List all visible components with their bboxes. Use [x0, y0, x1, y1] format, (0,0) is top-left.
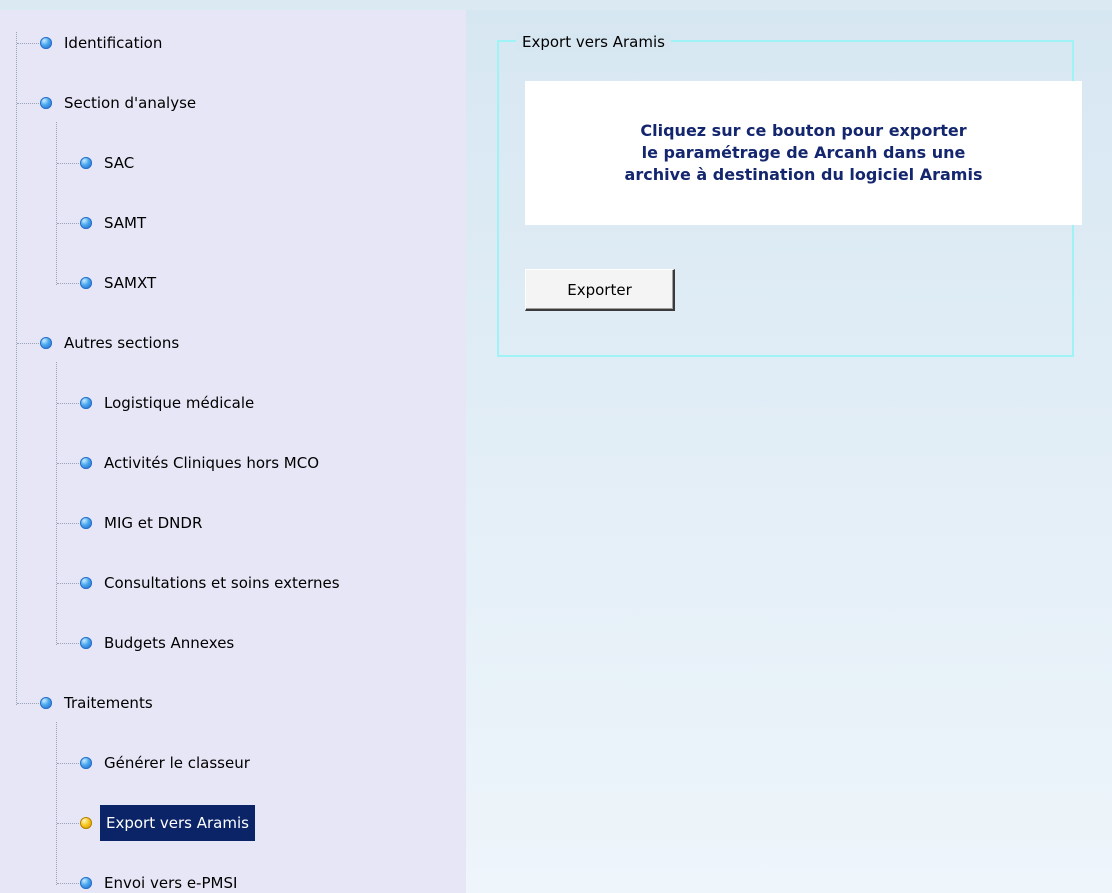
tree-item-logistique-medicale[interactable]: Logistique médicale [80, 388, 258, 418]
tree-item-section-analyse[interactable]: Section d'analyse [40, 88, 200, 118]
tree-item-label: Budgets Annexes [104, 634, 235, 652]
top-strip [0, 0, 1112, 10]
tree-connector [56, 362, 57, 645]
bullet-icon [80, 757, 92, 769]
bullet-icon [80, 457, 92, 469]
tree-item-generer-classeur[interactable]: Générer le classeur [80, 748, 254, 778]
bullet-icon [80, 637, 92, 649]
tree-item-mig-dndr[interactable]: MIG et DNDR [80, 508, 206, 538]
tree-item-identification[interactable]: Identification [40, 28, 166, 58]
tree-item-label: SAMXT [104, 274, 157, 292]
groupbox-title: Export vers Aramis [516, 33, 671, 51]
tree-connector [17, 43, 39, 44]
tree-connector [17, 703, 39, 704]
tree-item-traitements[interactable]: Traitements [40, 688, 157, 718]
tree-item-export-aramis[interactable]: Export vers Aramis [80, 805, 255, 841]
tree-connector [16, 32, 17, 705]
tree-connector [57, 283, 79, 284]
bullet-icon [40, 97, 52, 109]
bullet-icon [40, 697, 52, 709]
tree-connector [57, 403, 79, 404]
tree-connector [57, 883, 79, 884]
tree-item-label: MIG et DNDR [104, 514, 203, 532]
tree-item-label: Export vers Aramis [100, 805, 255, 841]
bullet-icon [80, 277, 92, 289]
tree-connector [17, 343, 39, 344]
tree-item-label: Envoi vers e-PMSI [104, 874, 238, 892]
bullet-icon [40, 37, 52, 49]
bullet-icon [80, 517, 92, 529]
tree-item-sac[interactable]: SAC [80, 148, 138, 178]
tree-item-label: Autres sections [64, 334, 180, 352]
tree-item-envoi-epmsi[interactable]: Envoi vers e-PMSI [80, 868, 241, 893]
info-text: Cliquez sur ce bouton pour exporter le p… [624, 121, 983, 184]
tree-connector [57, 763, 79, 764]
tree-item-label: SAMT [104, 214, 147, 232]
tree-item-samxt[interactable]: SAMXT [80, 268, 160, 298]
tree-item-label: Consultations et soins externes [104, 574, 340, 592]
tree-item-label: Section d'analyse [64, 94, 197, 112]
tree-item-consultations[interactable]: Consultations et soins externes [80, 568, 344, 598]
tree-item-label: Générer le classeur [104, 754, 250, 772]
navigation-tree: Identification Section d'analyse SAC SAM… [0, 10, 466, 893]
tree-connector [57, 823, 79, 824]
tree-item-samt[interactable]: SAMT [80, 208, 150, 238]
bullet-icon [80, 157, 92, 169]
bullet-icon [80, 877, 92, 889]
tree-connector [57, 583, 79, 584]
info-box: Cliquez sur ce bouton pour exporter le p… [525, 81, 1082, 225]
tree-connector [57, 223, 79, 224]
tree-item-autres-sections[interactable]: Autres sections [40, 328, 183, 358]
bullet-selected-icon [80, 817, 92, 829]
tree-item-label: Logistique médicale [104, 394, 255, 412]
tree-connector [57, 463, 79, 464]
tree-connector [17, 103, 39, 104]
content-area: Export vers Aramis Cliquez sur ce bouton… [466, 10, 1112, 893]
tree-connector [56, 722, 57, 885]
tree-connector [56, 122, 57, 285]
bullet-icon [80, 217, 92, 229]
bullet-icon [40, 337, 52, 349]
tree-item-label: Activités Cliniques hors MCO [104, 454, 320, 472]
tree-connector [57, 163, 79, 164]
tree-item-budgets-annexes[interactable]: Budgets Annexes [80, 628, 238, 658]
tree-item-label: SAC [104, 154, 135, 172]
bullet-icon [80, 397, 92, 409]
export-button[interactable]: Exporter [525, 269, 675, 311]
tree-connector [57, 643, 79, 644]
tree-connector [57, 523, 79, 524]
tree-item-label: Identification [64, 34, 163, 52]
bullet-icon [80, 577, 92, 589]
tree-item-label: Traitements [64, 694, 153, 712]
tree-item-activites-cliniques[interactable]: Activités Cliniques hors MCO [80, 448, 323, 478]
